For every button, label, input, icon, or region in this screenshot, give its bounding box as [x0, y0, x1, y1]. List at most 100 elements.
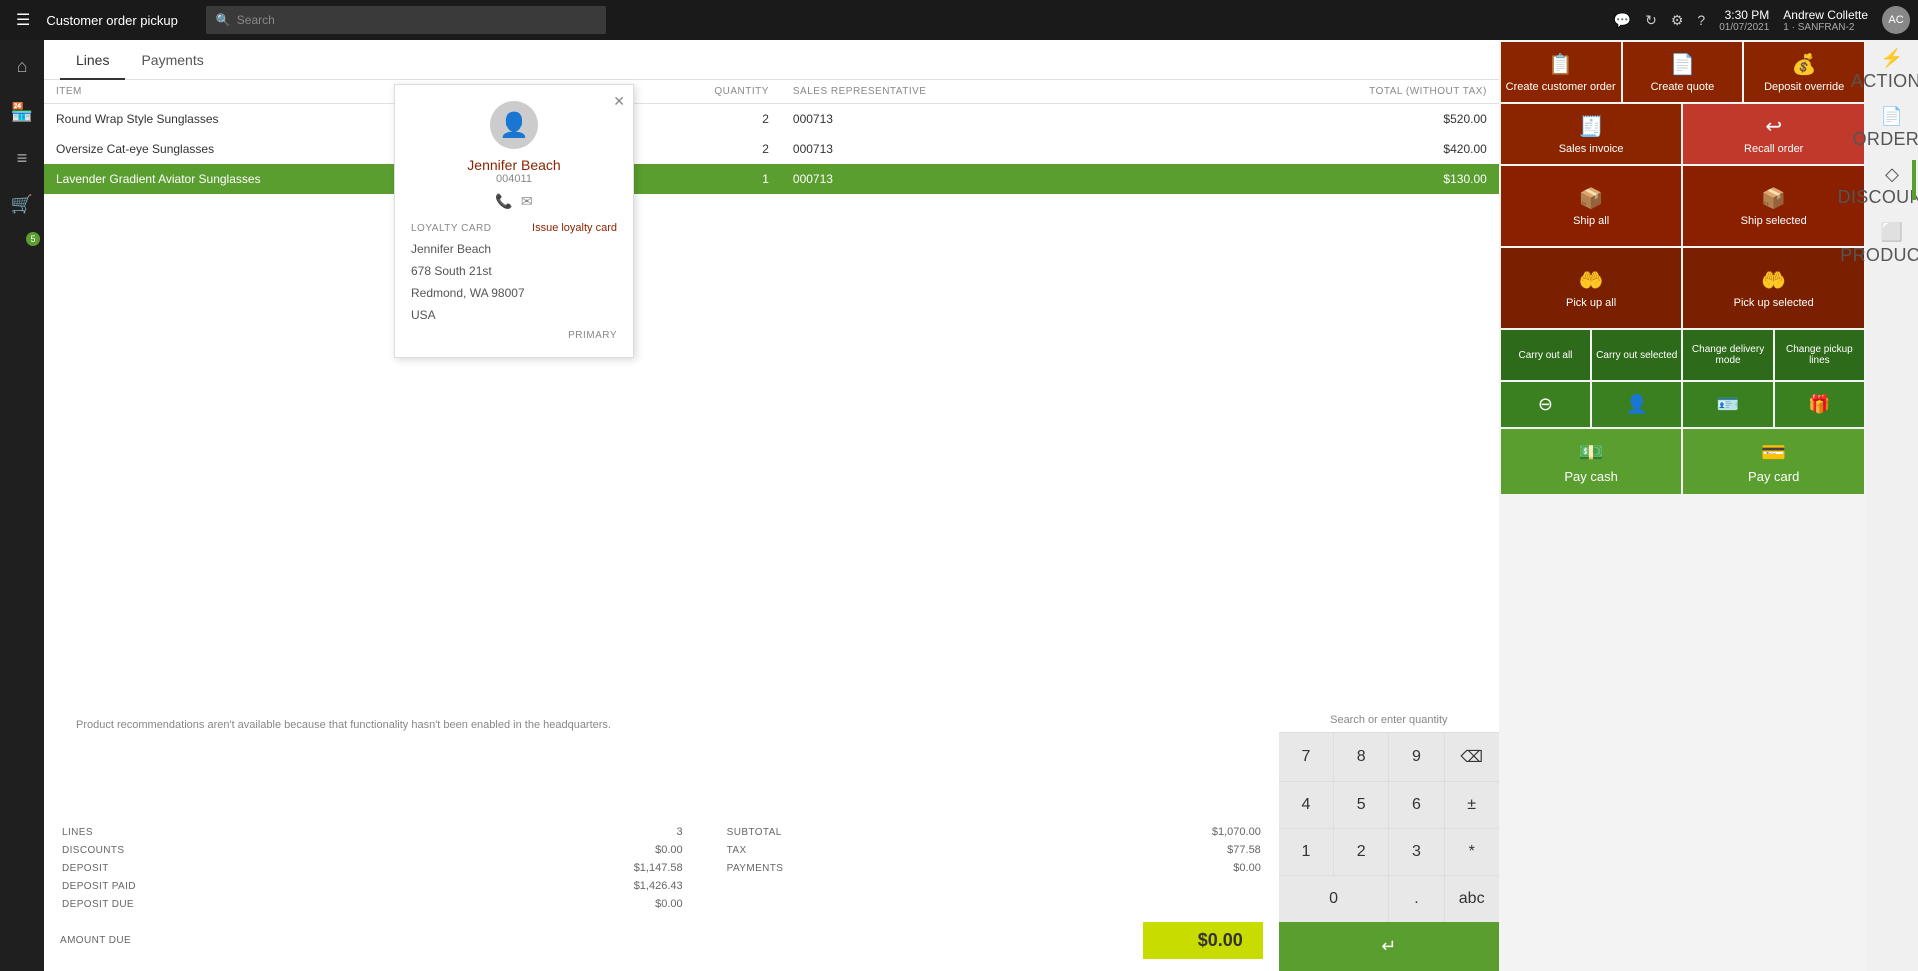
- numpad-abc[interactable]: abc: [1445, 876, 1499, 922]
- customer-id: 004011: [411, 173, 617, 185]
- app-title: Customer order pickup: [46, 13, 178, 28]
- sidebar-item-store[interactable]: 🏪: [0, 90, 44, 134]
- numpad-search-label: Search or enter quantity: [1279, 708, 1499, 733]
- table-row[interactable]: Lavender Gradient Aviator Sunglasses 1 0…: [44, 164, 1499, 194]
- summary-table: LINES 3 SUBTOTAL $1,070.00 DISCOUNTS $0.…: [60, 822, 1263, 914]
- numpad-7[interactable]: 7: [1279, 733, 1333, 781]
- email-icon[interactable]: ✉: [521, 193, 533, 210]
- carry-out-selected-button[interactable]: Carry out selected: [1592, 330, 1681, 380]
- numpad-2[interactable]: 2: [1334, 829, 1388, 875]
- numpad-3[interactable]: 3: [1389, 829, 1443, 875]
- numpad-multiply[interactable]: *: [1445, 829, 1499, 875]
- deposit-paid-label: DEPOSIT PAID: [62, 878, 434, 894]
- avatar[interactable]: AC: [1882, 6, 1910, 34]
- tax-label: TAX: [727, 842, 1013, 858]
- numpad-enter[interactable]: ↵: [1279, 922, 1499, 971]
- tab-lines[interactable]: Lines: [60, 40, 125, 80]
- home-icon: ⌂: [17, 56, 28, 77]
- icon-btn-1[interactable]: ⊖: [1501, 382, 1590, 427]
- subtotal-label: SUBTOTAL: [727, 824, 1013, 840]
- deposit-label: DEPOSIT: [62, 860, 434, 876]
- cart-badge: 5: [26, 232, 40, 246]
- carry-out-all-button[interactable]: Carry out all: [1501, 330, 1590, 380]
- discounts-label: DISCOUNTS: [1838, 187, 1918, 208]
- amount-due-row: AMOUNT DUE $0.00: [60, 922, 1263, 959]
- pick-up-selected-button[interactable]: 🤲 Pick up selected: [1683, 248, 1864, 328]
- numpad-decimal[interactable]: .: [1389, 876, 1443, 922]
- pick-up-all-button[interactable]: 🤲 Pick up all: [1501, 248, 1682, 328]
- numpad-plusminus[interactable]: ±: [1445, 782, 1499, 828]
- search-bar[interactable]: 🔍 Search: [206, 6, 606, 34]
- hamburger-menu[interactable]: ☰: [8, 10, 38, 30]
- time-display: 3:30 PM: [1719, 8, 1769, 22]
- sales-invoice-label: Sales invoice: [1559, 143, 1624, 155]
- sidebar-item-cart[interactable]: 🛒: [0, 182, 44, 226]
- side-icon-actions[interactable]: ⚡ ACTIONS: [1868, 42, 1916, 98]
- numpad-4[interactable]: 4: [1279, 782, 1333, 828]
- side-icon-orders[interactable]: 📄 ORDERS: [1868, 100, 1916, 156]
- sidebar-item-menu[interactable]: ≡: [0, 136, 44, 180]
- customer-card-close[interactable]: ✕: [613, 93, 625, 110]
- payments-label: PAYMENTS: [727, 860, 1013, 876]
- side-icon-products[interactable]: ⬜ PRODUCTS: [1868, 216, 1916, 272]
- ship-all-button[interactable]: 📦 Ship all: [1501, 166, 1682, 246]
- store-icon: 🏪: [11, 102, 33, 123]
- numpad-6[interactable]: 6: [1389, 782, 1443, 828]
- issue-loyalty-card-link[interactable]: Issue loyalty card: [532, 222, 617, 234]
- sidebar-item-home[interactable]: ⌂: [0, 44, 44, 88]
- create-quote-button[interactable]: 📄 Create quote: [1623, 42, 1743, 102]
- chat-icon[interactable]: 💬: [1614, 12, 1631, 29]
- change-pickup-lines-button[interactable]: Change pickup lines: [1775, 330, 1864, 380]
- products-label: PRODUCTS: [1840, 245, 1918, 266]
- lines-value: 3: [436, 824, 682, 840]
- row2-total: $420.00: [1159, 134, 1499, 164]
- sales-invoice-button[interactable]: 🧾 Sales invoice: [1501, 104, 1682, 164]
- primary-badge: PRIMARY: [411, 330, 617, 341]
- cart-icon: 🛒: [11, 194, 33, 215]
- tab-payments[interactable]: Payments: [125, 40, 219, 80]
- action-column: 📋 Create customer order 📄 Create quote 💰…: [1499, 40, 1866, 971]
- row3-sales-rep: 000713: [781, 164, 1159, 194]
- refresh-icon[interactable]: ↻: [1645, 12, 1657, 29]
- person-icon: 👤: [1626, 394, 1648, 415]
- recall-order-icon: ↩: [1765, 114, 1782, 139]
- numpad-0[interactable]: 0: [1279, 876, 1389, 922]
- recall-order-button[interactable]: ↩ Recall order: [1683, 104, 1864, 164]
- pay-cash-button[interactable]: 💵 Pay cash: [1501, 429, 1682, 494]
- numpad-9[interactable]: 9: [1389, 733, 1443, 781]
- menu-icon: ≡: [17, 148, 28, 169]
- help-icon[interactable]: ?: [1697, 12, 1705, 28]
- settings-icon[interactable]: ⚙: [1671, 12, 1684, 29]
- row2-sales-rep: 000713: [781, 134, 1159, 164]
- recommendation-area: Product recommendations aren't available…: [44, 711, 1279, 751]
- side-icon-discounts[interactable]: ◇ DISCOUNTS: [1868, 158, 1916, 214]
- deposit-due-label: DEPOSIT DUE: [62, 896, 434, 912]
- table-row[interactable]: Oversize Cat-eye Sunglasses 2 000713 $42…: [44, 134, 1499, 164]
- icon-btn-2[interactable]: 👤: [1592, 382, 1681, 427]
- numpad-1[interactable]: 1: [1279, 829, 1333, 875]
- pay-cash-label: Pay cash: [1564, 469, 1617, 484]
- icon-btn-3[interactable]: 🪪: [1683, 382, 1772, 427]
- ship-all-label: Ship all: [1573, 215, 1609, 227]
- pay-card-button[interactable]: 💳 Pay card: [1683, 429, 1864, 494]
- phone-icon[interactable]: 📞: [495, 193, 512, 210]
- side-icon-bar: ⚡ ACTIONS 📄 ORDERS ◇ DISCOUNTS ⬜ PRODUCT…: [1866, 40, 1918, 971]
- icon-btn-4[interactable]: 🎁: [1775, 382, 1864, 427]
- create-customer-order-button[interactable]: 📋 Create customer order: [1501, 42, 1621, 102]
- pick-up-selected-label: Pick up selected: [1734, 297, 1814, 309]
- cash-icon: 💵: [1579, 440, 1604, 465]
- numpad-5[interactable]: 5: [1334, 782, 1388, 828]
- numpad-8[interactable]: 8: [1334, 733, 1388, 781]
- deposit-override-button[interactable]: 💰 Deposit override: [1744, 42, 1864, 102]
- sidebar-item-badge[interactable]: 5: [0, 228, 44, 272]
- pickup-selected-icon: 🤲: [1761, 268, 1786, 293]
- change-pickup-lines-label: Change pickup lines: [1779, 344, 1860, 366]
- right-panel: 📋 Create customer order 📄 Create quote 💰…: [1499, 40, 1918, 971]
- table-row[interactable]: Round Wrap Style Sunglasses 2 000713 $52…: [44, 104, 1499, 135]
- change-delivery-mode-button[interactable]: Change delivery mode: [1683, 330, 1772, 380]
- numpad-backspace[interactable]: ⌫: [1445, 733, 1499, 781]
- topbar: ☰ Customer order pickup 🔍 Search 💬 ↻ ⚙ ?…: [0, 0, 1918, 40]
- ship-selected-label: Ship selected: [1741, 215, 1807, 227]
- sales-invoice-icon: 🧾: [1579, 114, 1604, 139]
- pickup-all-icon: 🤲: [1579, 268, 1604, 293]
